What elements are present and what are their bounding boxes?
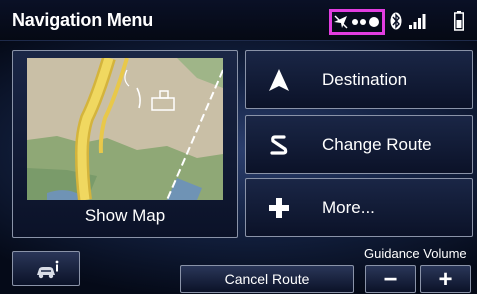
- car-info-button[interactable]: [12, 251, 80, 286]
- destination-label: Destination: [322, 70, 408, 89]
- show-map-button[interactable]: Show Map: [12, 50, 238, 238]
- map-thumbnail: [27, 58, 223, 200]
- gps-icon: [334, 15, 348, 29]
- bluetooth-icon: [390, 12, 402, 30]
- volume-up-button[interactable]: +: [420, 265, 471, 293]
- navigation-screen: Navigation Menu Show Map Destination Cha…: [0, 0, 477, 294]
- destination-button[interactable]: Destination: [245, 50, 473, 109]
- dots-icon: [352, 17, 379, 27]
- more-label: More...: [322, 198, 375, 217]
- arrow-up-icon: [269, 69, 289, 91]
- route-s-icon: [270, 135, 288, 155]
- volume-down-button[interactable]: −: [365, 265, 416, 293]
- plus-small-icon: +: [438, 266, 453, 293]
- change-route-button[interactable]: Change Route: [245, 115, 473, 174]
- show-map-label: Show Map: [84, 206, 166, 225]
- header-bar: Navigation Menu: [0, 0, 477, 41]
- change-route-label: Change Route: [322, 135, 432, 154]
- cancel-route-label: Cancel Route: [224, 271, 310, 287]
- page-title: Navigation Menu: [12, 10, 154, 30]
- minus-icon: −: [383, 266, 398, 293]
- more-button[interactable]: More...: [245, 178, 473, 237]
- status-highlight-box: [329, 9, 385, 35]
- cancel-route-button[interactable]: Cancel Route: [180, 265, 354, 293]
- signal-icon: [409, 14, 426, 29]
- plus-icon: [269, 198, 289, 218]
- guidance-volume-label: Guidance Volume: [364, 246, 467, 261]
- car-info-icon: [37, 260, 59, 279]
- battery-icon: [454, 11, 464, 31]
